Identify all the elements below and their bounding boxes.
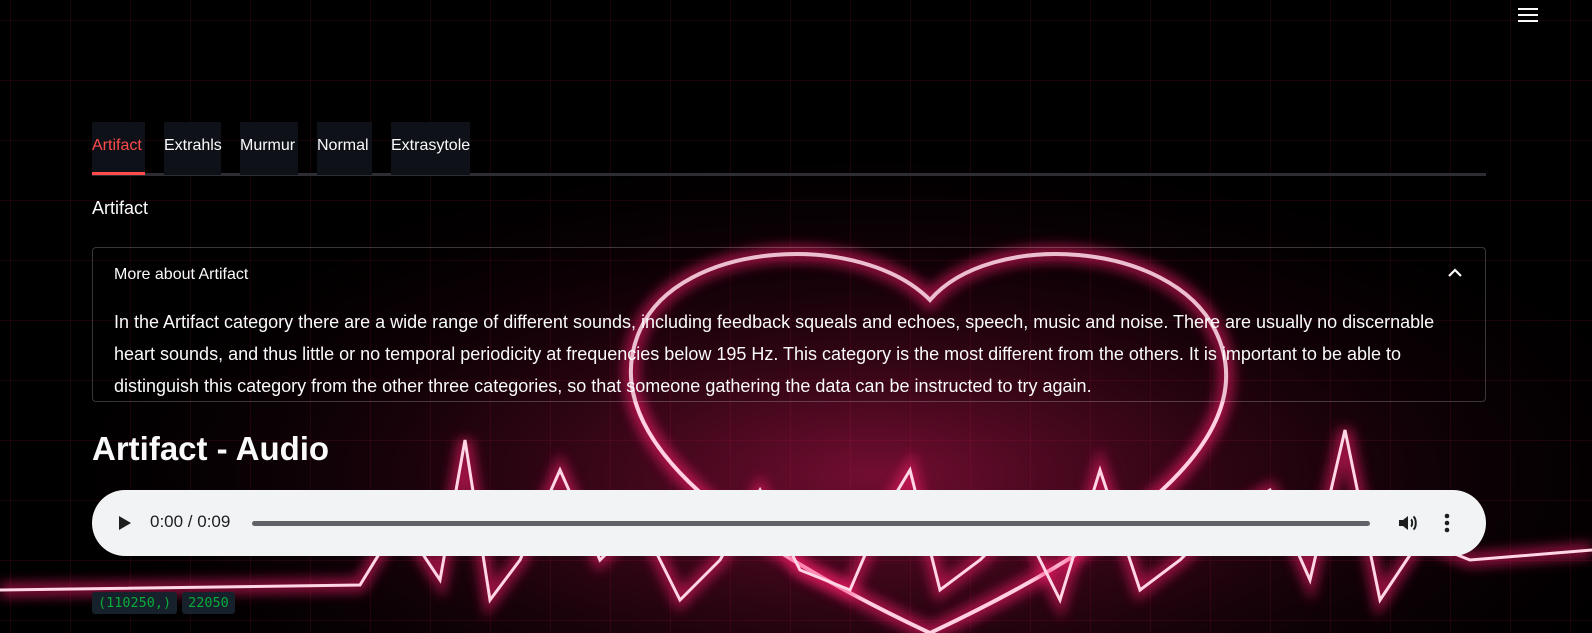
expander-body-text: In the Artifact category there are a wid… [114, 312, 1435, 396]
sample-rate-output: 22050 [182, 592, 235, 614]
play-icon[interactable] [116, 513, 132, 533]
tab-label: Murmur [240, 137, 296, 154]
audio-shape-output: (110250,) [92, 592, 178, 614]
audio-player[interactable]: 0:00 / 0:09 [92, 490, 1486, 556]
more-vert-icon[interactable] [1440, 511, 1454, 535]
tab-label: Extrasytole [391, 137, 471, 154]
expander-header[interactable]: More about Artifact [93, 248, 1485, 298]
chevron-up-icon[interactable] [1447, 266, 1463, 278]
tab-extrasytole[interactable]: Extrasytole [391, 122, 470, 175]
expander-more-about: More about Artifact In the Artifact cate… [92, 247, 1486, 402]
tab-normal[interactable]: Normal [317, 122, 372, 175]
tab-murmur[interactable]: Murmur [240, 122, 298, 175]
active-tab-indicator [92, 172, 145, 175]
tab-label: Normal [317, 137, 369, 154]
main-menu-button[interactable] [1516, 4, 1540, 26]
audio-heading: Artifact - Audio [92, 430, 330, 467]
tab-bar: Artifact Extrahls Murmur Normal Extrasyt… [92, 122, 1486, 176]
tab-artifact[interactable]: Artifact [92, 122, 145, 175]
section-label: Artifact [92, 198, 149, 218]
tab-extrahls[interactable]: Extrahls [164, 122, 222, 175]
audio-progress-bar[interactable] [252, 521, 1370, 526]
expander-title: More about Artifact [114, 266, 249, 283]
tab-label: Artifact [92, 137, 142, 154]
hamburger-menu-icon [1518, 8, 1538, 22]
audio-time-display: 0:00 / 0:09 [150, 512, 231, 531]
volume-icon[interactable] [1396, 511, 1420, 535]
output-values: (110250,) 22050 [92, 592, 235, 614]
tab-label: Extrahls [164, 137, 222, 154]
tab-bar-divider [92, 173, 1486, 176]
